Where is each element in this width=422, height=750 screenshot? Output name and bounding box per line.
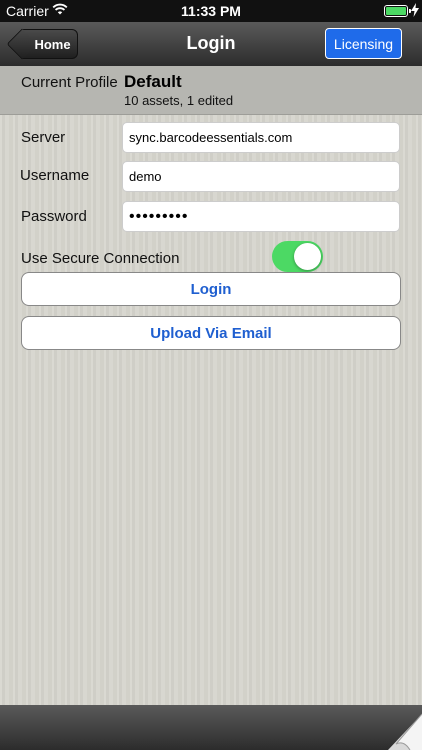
server-field[interactable] xyxy=(122,122,400,153)
secure-connection-label: Use Secure Connection xyxy=(21,250,180,267)
battery-icon xyxy=(384,5,411,17)
licensing-button[interactable]: Licensing xyxy=(325,28,402,59)
charging-icon xyxy=(411,3,419,17)
secure-connection-toggle[interactable] xyxy=(272,241,323,272)
clock: 11:33 PM xyxy=(181,3,241,19)
profile-summary: 10 assets, 1 edited xyxy=(124,93,234,108)
password-label: Password xyxy=(21,208,87,225)
bottom-toolbar xyxy=(0,705,422,750)
navigation-bar: Home Login Licensing xyxy=(0,22,422,66)
current-profile-bar[interactable]: Current Profile Default 10 assets, 1 edi… xyxy=(0,66,422,115)
username-field[interactable] xyxy=(122,161,400,192)
toggle-knob xyxy=(294,243,321,270)
upload-via-email-button[interactable]: Upload Via Email xyxy=(21,316,401,350)
status-bar: Carrier 11:33 PM xyxy=(0,0,422,22)
current-profile-label: Current Profile xyxy=(21,74,118,91)
login-button[interactable]: Login xyxy=(21,272,401,306)
profile-name: Default xyxy=(124,72,182,91)
password-field[interactable] xyxy=(122,201,400,232)
server-label: Server xyxy=(21,129,66,146)
page-curl-icon[interactable] xyxy=(388,710,422,750)
username-label: Username xyxy=(20,167,90,184)
